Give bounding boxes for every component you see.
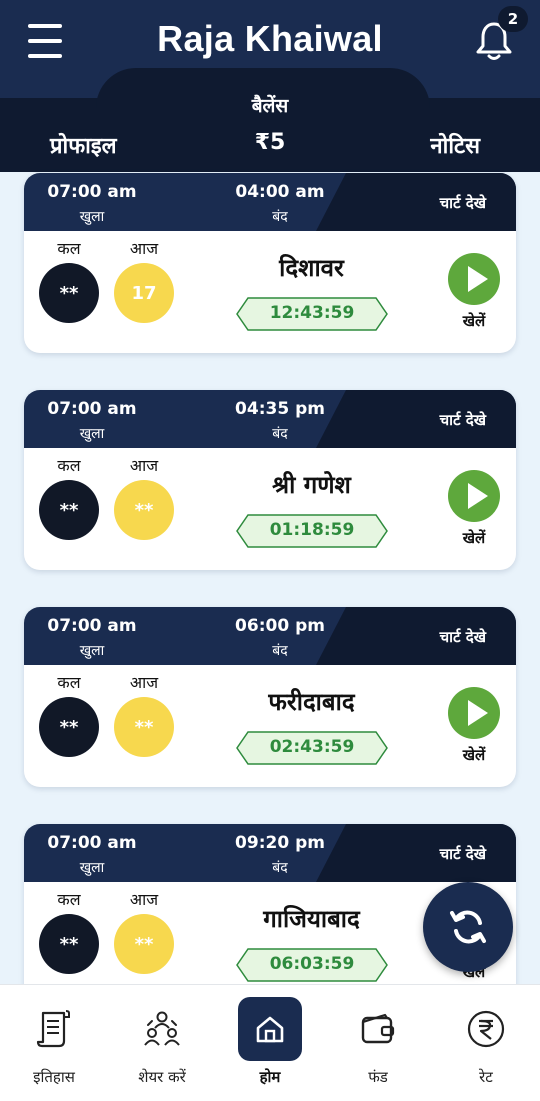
chart-link[interactable]: चार्ट देखे	[440, 410, 486, 430]
open-time: 07:00 am	[47, 833, 137, 853]
game-name: दिशावर	[279, 254, 344, 282]
chart-area	[316, 173, 516, 231]
today-label: आज	[129, 890, 159, 909]
play-icon	[468, 483, 488, 509]
chart-area	[316, 824, 516, 882]
chart-area	[316, 390, 516, 448]
today-label: आज	[129, 239, 159, 258]
countdown-timer: 12:43:59	[236, 297, 388, 331]
game-card: 07:00 am खुला 04:00 am बंद चार्ट देखे कल…	[24, 173, 516, 353]
nav-label: इतिहास	[33, 1068, 75, 1086]
today-result: **	[114, 914, 174, 974]
close-time: 04:00 am	[235, 182, 325, 202]
notice-link[interactable]: नोटिस	[430, 130, 480, 160]
nav-share[interactable]: शेयर करें	[108, 985, 216, 1101]
yesterday-result: **	[39, 697, 99, 757]
chart-area	[316, 607, 516, 665]
close-time: 06:00 pm	[235, 616, 325, 636]
game-card: 07:00 am खुला 06:00 pm बंद चार्ट देखे कल…	[24, 607, 516, 787]
notification-count-badge: 2	[498, 6, 528, 32]
nav-history[interactable]: इतिहास	[0, 985, 108, 1101]
countdown-timer: 06:03:59	[236, 948, 388, 982]
play-button[interactable]	[448, 470, 500, 522]
open-label: खुला	[79, 860, 105, 876]
open-label: खुला	[79, 426, 105, 442]
chart-link[interactable]: चार्ट देखे	[440, 627, 486, 647]
play-icon	[468, 700, 488, 726]
today-label: आज	[129, 673, 159, 692]
history-scroll-icon	[36, 1010, 70, 1048]
game-name: श्री गणेश	[272, 471, 351, 499]
game-card: 07:00 am खुला 04:35 pm बंद चार्ट देखे कल…	[24, 390, 516, 570]
card-header: 07:00 am खुला 06:00 pm बंद चार्ट देखे	[24, 607, 516, 665]
nav-label: होम	[259, 1068, 281, 1086]
balance-label: बैलेंस	[251, 95, 289, 117]
yesterday-result: **	[39, 914, 99, 974]
play-label[interactable]: खेलें	[448, 311, 500, 331]
game-name: गाजियाबाद	[263, 905, 360, 933]
card-header: 07:00 am खुला 04:35 pm बंद चार्ट देखे	[24, 390, 516, 448]
countdown-timer: 01:18:59	[236, 514, 388, 548]
today-label: आज	[129, 456, 159, 475]
close-time: 04:35 pm	[235, 399, 325, 419]
rupee-icon	[467, 1010, 505, 1048]
play-button[interactable]	[448, 253, 500, 305]
countdown-text: 02:43:59	[269, 737, 355, 757]
play-label[interactable]: खेलें	[448, 745, 500, 765]
app-title: Raja Khaiwal	[157, 18, 383, 59]
chart-link[interactable]: चार्ट देखे	[440, 193, 486, 213]
nav-label: फंड	[368, 1068, 388, 1086]
open-time: 07:00 am	[47, 182, 137, 202]
today-result: **	[114, 480, 174, 540]
yesterday-label: कल	[57, 673, 81, 692]
nav-label: रेट	[479, 1068, 493, 1086]
wallet-icon	[361, 1013, 395, 1044]
nav-home[interactable]: होम	[216, 985, 324, 1101]
play-icon	[468, 266, 488, 292]
chart-link[interactable]: चार्ट देखे	[440, 844, 486, 864]
countdown-text: 01:18:59	[269, 520, 355, 540]
open-label: खुला	[79, 209, 105, 225]
yesterday-label: कल	[57, 890, 81, 909]
yesterday-label: कल	[57, 456, 81, 475]
countdown-timer: 02:43:59	[236, 731, 388, 765]
play-button[interactable]	[448, 687, 500, 739]
share-users-icon	[144, 1011, 180, 1046]
bottom-nav: इतिहास शेयर करें होम फंड रेट	[0, 984, 540, 1101]
countdown-text: 06:03:59	[269, 954, 355, 974]
open-time: 07:00 am	[47, 616, 137, 636]
game-name: फरीदाबाद	[268, 688, 355, 716]
refresh-button[interactable]	[423, 882, 513, 972]
card-header: 07:00 am खुला 04:00 am बंद चार्ट देखे	[24, 173, 516, 231]
nav-label: शेयर करें	[138, 1068, 186, 1086]
today-result: 17	[114, 263, 174, 323]
yesterday-result: **	[39, 480, 99, 540]
open-time: 07:00 am	[47, 399, 137, 419]
yesterday-result: **	[39, 263, 99, 323]
home-icon	[256, 1016, 284, 1043]
close-time: 09:20 pm	[235, 833, 325, 853]
today-result: **	[114, 697, 174, 757]
countdown-text: 12:43:59	[269, 303, 355, 323]
refresh-icon	[450, 910, 486, 944]
app-header: Raja Khaiwal 2 बैलेंस प्रोफाइल ₹5 नोटिस	[0, 0, 540, 172]
nav-fund[interactable]: फंड	[324, 985, 432, 1101]
play-label[interactable]: खेलें	[448, 528, 500, 548]
yesterday-label: कल	[57, 239, 81, 258]
card-header: 07:00 am खुला 09:20 pm बंद चार्ट देखे	[24, 824, 516, 882]
nav-rate[interactable]: रेट	[432, 985, 540, 1101]
open-label: खुला	[79, 643, 105, 659]
